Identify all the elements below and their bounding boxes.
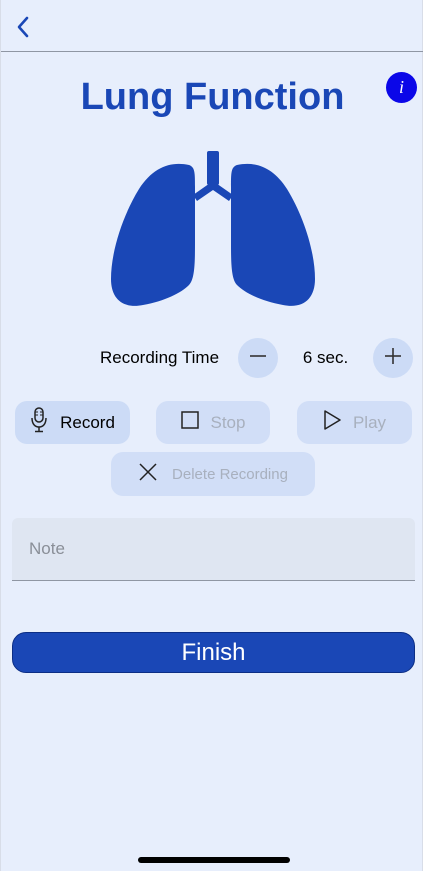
navigation-bar [1,0,423,52]
note-field[interactable] [12,518,415,581]
play-label: Play [352,412,387,432]
stop-button[interactable]: Stop [156,401,270,444]
minus-icon [249,347,267,370]
delete-recording-button[interactable]: Delete Recording [111,452,315,496]
plus-icon [384,347,402,370]
info-icon: i [398,77,404,97]
page-title: Lung Function [80,76,345,118]
recording-time-label: Recording Time [100,348,220,367]
record-label: Record [60,412,115,432]
delete-recording-label: Delete Recording [172,465,288,483]
play-triangle-icon [323,410,341,435]
stop-label: Stop [210,412,246,432]
finish-button[interactable]: Finish [12,632,415,673]
decrease-time-button[interactable] [238,338,278,378]
lungs-icon [109,151,317,309]
lung-function-screen: Lung Function i Recording Time 6 sec. Re… [0,0,423,871]
info-button[interactable]: i [386,72,417,103]
finish-label: Finish [181,638,246,666]
home-indicator [138,857,290,863]
back-button[interactable] [9,14,37,44]
stop-square-icon [180,411,199,434]
increase-time-button[interactable] [373,338,413,378]
microphone-icon [30,407,48,438]
play-button[interactable]: Play [297,401,412,444]
record-button[interactable]: Record [15,401,130,444]
recording-time-value: 6 sec. [302,348,349,367]
close-x-icon [138,462,158,486]
chevron-left-icon [16,15,30,44]
